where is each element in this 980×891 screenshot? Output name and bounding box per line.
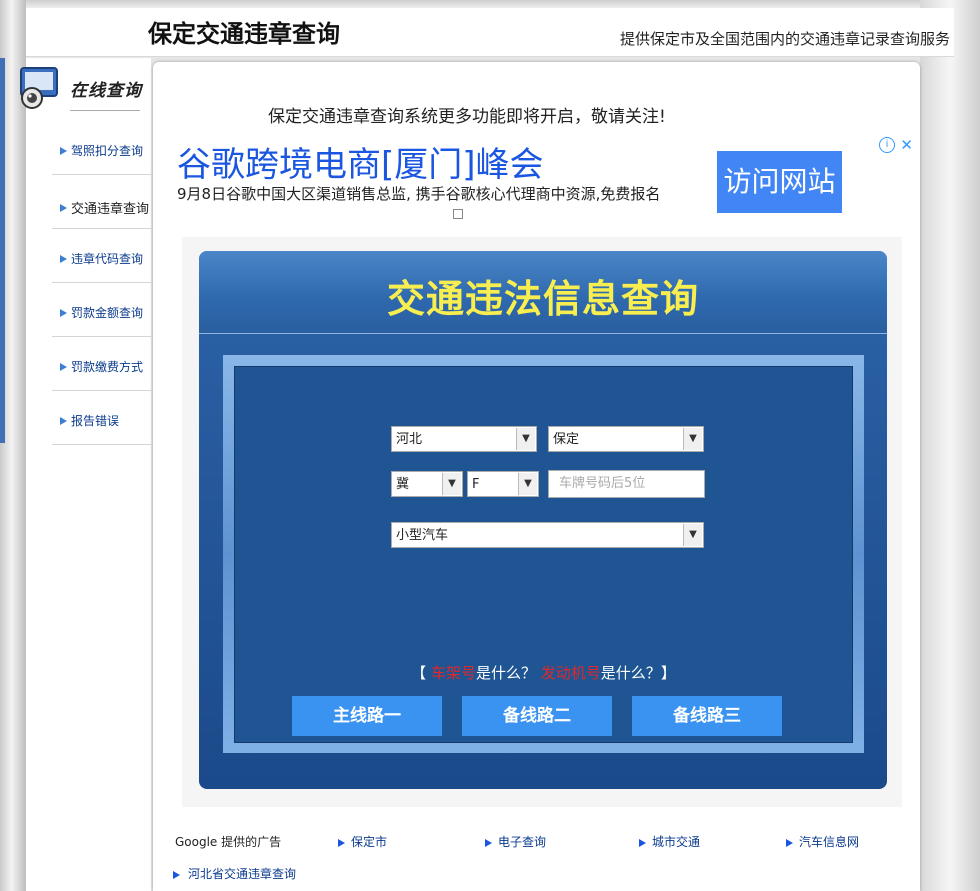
ad-links-bar: Google 提供的广告 保定市 电子查询 城市交通 汽车信息网: [171, 829, 897, 849]
help-question-2: 是什么？: [600, 664, 661, 682]
sidebar-item-label: 罚款缴费方式: [71, 360, 144, 374]
ad-visit-button[interactable]: 访问网站: [717, 151, 842, 213]
site-tagline: 提供保定市及全国范围内的交通违章记录查询服务: [619, 30, 950, 48]
query-panel: 交通违法信息查询 河北 ▼ 保定 ▼ 冀 ▼ F ▼ 车牌号码后5位 小型汽车 …: [199, 251, 887, 789]
arrow-right-icon: [60, 308, 67, 317]
route-main-button[interactable]: 主线路一: [292, 696, 442, 736]
chevron-down-icon: ▼: [683, 524, 702, 546]
arrow-right-icon: [338, 838, 345, 847]
query-form: 河北 ▼ 保定 ▼ 冀 ▼ F ▼ 车牌号码后5位 小型汽车 ▼ 【 车架号是什…: [234, 366, 853, 743]
city-select[interactable]: 保定 ▼: [548, 426, 704, 452]
sidebar-item-label: 违章代码查询: [71, 252, 144, 266]
ad-info-icon[interactable]: i: [879, 137, 895, 153]
sidebar-stripe: [0, 58, 5, 443]
ad-link-label: 电子查询: [498, 835, 547, 849]
help-question-1: 是什么？: [475, 664, 536, 682]
query-title: 交通违法信息查询: [386, 277, 699, 321]
google-ads-label: Google 提供的广告: [175, 835, 282, 849]
ad-link-label: 保定市: [351, 835, 388, 849]
site-header: 保定交通违章查询 提供保定市及全国范围内的交通违章记录查询服务: [26, 8, 954, 57]
online-query-label: 在线查询: [70, 81, 142, 101]
hebei-violation-link[interactable]: 河北省交通违章查询: [173, 865, 296, 882]
arrow-right-icon: [60, 362, 67, 371]
route-backup-3-button[interactable]: 备线路三: [632, 696, 782, 736]
arrow-right-icon: [786, 838, 793, 847]
plate-prefix-select[interactable]: 冀 ▼: [391, 471, 463, 497]
sidebar-item-payment-method[interactable]: 罚款缴费方式: [52, 336, 151, 391]
province-select-value: 河北: [396, 432, 423, 447]
sidebar-item-traffic-violation[interactable]: 交通违章查询: [52, 174, 151, 229]
chevron-down-icon: ▼: [442, 473, 461, 495]
plate-letter-select[interactable]: F ▼: [467, 471, 539, 497]
help-bracket-close: 】: [660, 664, 676, 682]
vehicle-type-select[interactable]: 小型汽车 ▼: [391, 522, 704, 548]
ad-link-label: 汽车信息网: [799, 835, 860, 849]
online-query-divider: [70, 110, 140, 111]
arrow-right-icon: [60, 254, 67, 263]
engine-number-link[interactable]: 发动机号: [541, 664, 601, 682]
online-query-heading: 在线查询: [18, 62, 148, 114]
query-header: 交通违法信息查询: [199, 251, 887, 334]
ad-title[interactable]: 谷歌跨境电商[厦门]峰会: [177, 137, 544, 186]
arrow-right-icon: [60, 416, 67, 425]
ad-link-car-info[interactable]: 汽车信息网: [786, 833, 859, 850]
chevron-down-icon: ▼: [516, 428, 535, 450]
plate-prefix-value: 冀: [396, 477, 410, 492]
arrow-right-icon: [60, 203, 67, 212]
sidebar-item-label: 罚款金额查询: [71, 306, 144, 320]
route-backup-2-button[interactable]: 备线路二: [462, 696, 612, 736]
ad-link-city-traffic[interactable]: 城市交通: [639, 833, 700, 850]
ad-link-baoding[interactable]: 保定市: [338, 833, 387, 850]
site-title: 保定交通违章查询: [148, 20, 340, 48]
chevron-down-icon: ▼: [683, 428, 702, 450]
chevron-down-icon: ▼: [518, 473, 537, 495]
sidebar: 在线查询 驾照扣分查询 交通违章查询 违章代码查询 罚款金额查询 罚款缴费方式 …: [20, 58, 151, 891]
city-select-value: 保定: [553, 432, 580, 447]
arrow-right-icon: [639, 838, 646, 847]
main-content: 保定交通违章查询系统更多功能即将开启，敬请关注! 谷歌跨境电商[厦门]峰会 9月…: [153, 62, 920, 891]
arrow-right-icon: [173, 870, 180, 879]
sidebar-item-violation-code[interactable]: 违章代码查询: [52, 228, 151, 283]
sidebar-item-license-points[interactable]: 驾照扣分查询: [52, 120, 151, 175]
notice-text: 保定交通违章查询系统更多功能即将开启，敬请关注!: [268, 107, 666, 127]
window-frame-right: [920, 0, 980, 891]
ad-link-electronic-query[interactable]: 电子查询: [485, 833, 546, 850]
ad-description[interactable]: 9月8日谷歌中国大区渠道销售总监, 携手谷歌核心代理商中资源,免费报名: [177, 183, 660, 204]
plate-number-input[interactable]: 车牌号码后5位: [548, 470, 705, 498]
sidebar-item-label: 报告错误: [71, 414, 120, 428]
arrow-right-icon: [60, 146, 67, 155]
ad-placeholder-icon: [453, 209, 463, 219]
hebei-violation-label: 河北省交通违章查询: [188, 867, 297, 881]
sidebar-item-fine-amount[interactable]: 罚款金额查询: [52, 282, 151, 337]
province-select[interactable]: 河北 ▼: [391, 426, 537, 452]
query-section: 交通违法信息查询 河北 ▼ 保定 ▼ 冀 ▼ F ▼ 车牌号码后5位 小型汽车 …: [182, 237, 902, 807]
vehicle-type-value: 小型汽车: [396, 528, 449, 543]
plate-letter-value: F: [472, 477, 480, 492]
sidebar-item-label: 驾照扣分查询: [71, 144, 144, 158]
help-bracket-open: 【: [411, 664, 427, 682]
sidebar-item-label: 交通违章查询: [71, 202, 150, 217]
frame-number-link[interactable]: 车架号: [431, 664, 476, 682]
ad-close-icon[interactable]: ✕: [900, 136, 913, 154]
query-form-frame: 河北 ▼ 保定 ▼ 冀 ▼ F ▼ 车牌号码后5位 小型汽车 ▼ 【 车架号是什…: [223, 355, 864, 753]
ad-link-label: 城市交通: [652, 835, 701, 849]
monitor-camera-icon: [20, 67, 58, 109]
sidebar-item-report-error[interactable]: 报告错误: [52, 390, 151, 445]
window-frame-top: [0, 0, 980, 8]
ad-banner[interactable]: 谷歌跨境电商[厦门]峰会 9月8日谷歌中国大区渠道销售总监, 携手谷歌核心代理商…: [171, 136, 917, 227]
help-text: 【 车架号是什么？ 发动机号是什么？】: [234, 662, 853, 683]
arrow-right-icon: [485, 838, 492, 847]
